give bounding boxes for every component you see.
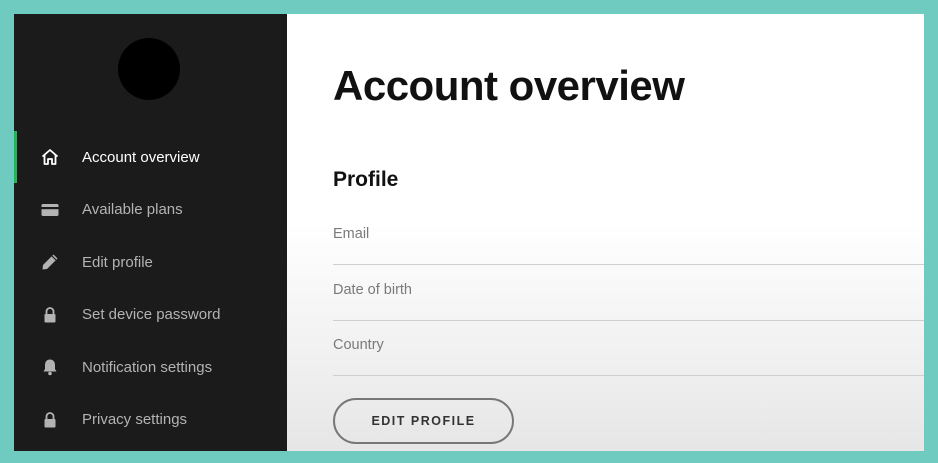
sidebar: Account overview Available plans Edit pr… xyxy=(14,14,287,451)
edit-profile-button[interactable]: EDIT PROFILE xyxy=(333,398,514,444)
country-label: Country xyxy=(333,337,384,353)
bell-icon xyxy=(40,357,60,377)
sidebar-nav: Account overview Available plans Edit pr… xyxy=(14,131,287,446)
lock-icon xyxy=(40,410,60,430)
home-icon xyxy=(40,147,60,167)
email-label: Email xyxy=(333,226,370,242)
sidebar-item-available-plans[interactable]: Available plans xyxy=(14,184,287,237)
sidebar-item-account-overview[interactable]: Account overview xyxy=(14,131,287,184)
country-field: Country xyxy=(333,321,924,376)
sidebar-item-label: Edit profile xyxy=(82,253,153,271)
sidebar-item-label: Set device password xyxy=(82,306,221,324)
main-content: Account overview Profile Email Date of b… xyxy=(287,14,924,451)
date-of-birth-field: Date of birth xyxy=(333,266,924,321)
date-of-birth-label: Date of birth xyxy=(333,282,412,298)
profile-heading: Profile xyxy=(333,168,399,191)
sidebar-item-label: Privacy settings xyxy=(82,411,188,429)
card-icon xyxy=(40,200,60,220)
page-title: Account overview xyxy=(333,62,685,109)
sidebar-item-privacy-settings[interactable]: Privacy settings xyxy=(14,394,287,447)
pencil-icon xyxy=(40,252,60,272)
sidebar-item-label: Available plans xyxy=(82,201,183,219)
sidebar-item-label: Notification settings xyxy=(82,358,213,376)
lock-icon xyxy=(40,305,60,325)
sidebar-item-set-device-password[interactable]: Set device password xyxy=(14,289,287,342)
avatar[interactable] xyxy=(118,38,180,100)
sidebar-item-label: Account overview xyxy=(82,148,200,166)
email-field: Email xyxy=(333,210,924,265)
app-window: Account overview Available plans Edit pr… xyxy=(14,14,924,451)
sidebar-item-notification-settings[interactable]: Notification settings xyxy=(14,341,287,394)
sidebar-item-edit-profile[interactable]: Edit profile xyxy=(14,236,287,289)
